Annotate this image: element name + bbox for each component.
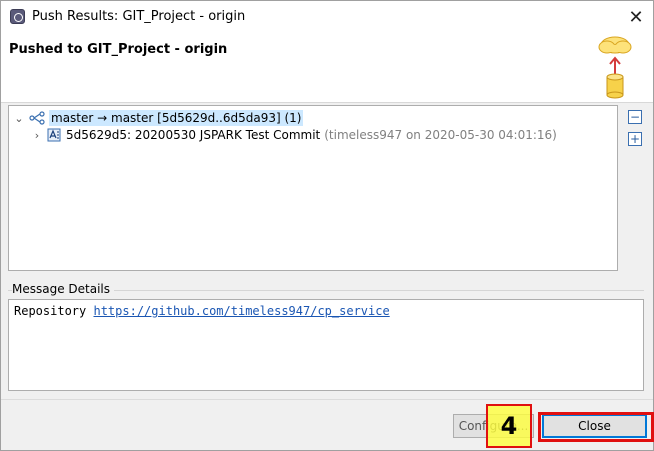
repository-url-link[interactable]: https://github.com/timeless947/cp_servic… [93, 304, 389, 318]
footer-divider [1, 399, 653, 400]
close-window-icon[interactable]: ✕ [621, 5, 651, 29]
title-bar: Push Results: GIT_Project - origin ✕ [1, 1, 653, 32]
eclipse-app-icon [10, 9, 25, 24]
commit-label: 5d5629d5: 20200530 JSPARK Test Commit [66, 128, 321, 142]
cloud-upload-database-icon [598, 36, 632, 99]
close-button-highlight [538, 412, 654, 442]
ref-update-label[interactable]: master → master [5d5629d..6d5da93] (1) [49, 110, 304, 126]
expanded-chevron-icon[interactable]: ⌄ [13, 112, 25, 125]
collapse-all-button[interactable]: − [628, 110, 642, 124]
dialog-header: Pushed to GIT_Project - origin [1, 32, 653, 103]
tree-row-commit[interactable]: › 5d5629d5: 20200530 JSPARK Test Commit … [31, 125, 557, 145]
message-details-label: Message Details [12, 282, 115, 296]
push-results-window: Push Results: GIT_Project - origin ✕ Pus… [0, 0, 654, 451]
commit-icon [47, 128, 61, 142]
window-title: Push Results: GIT_Project - origin [32, 9, 246, 24]
collapsed-chevron-icon[interactable]: › [31, 129, 43, 142]
step-number-label: 4 [500, 412, 518, 440]
branch-ref-icon [29, 111, 45, 125]
repository-prefix: Repository [14, 304, 87, 318]
push-result-tree[interactable]: ⌄ master → master [5d5629d..6d5da93] (1)… [8, 105, 618, 271]
message-details-box[interactable]: Repository https://github.com/timeless94… [8, 299, 644, 391]
expand-all-button[interactable]: + [628, 132, 642, 146]
header-title: Pushed to GIT_Project - origin [9, 42, 228, 57]
commit-meta: (timeless947 on 2020-05-30 04:01:16) [324, 128, 557, 142]
